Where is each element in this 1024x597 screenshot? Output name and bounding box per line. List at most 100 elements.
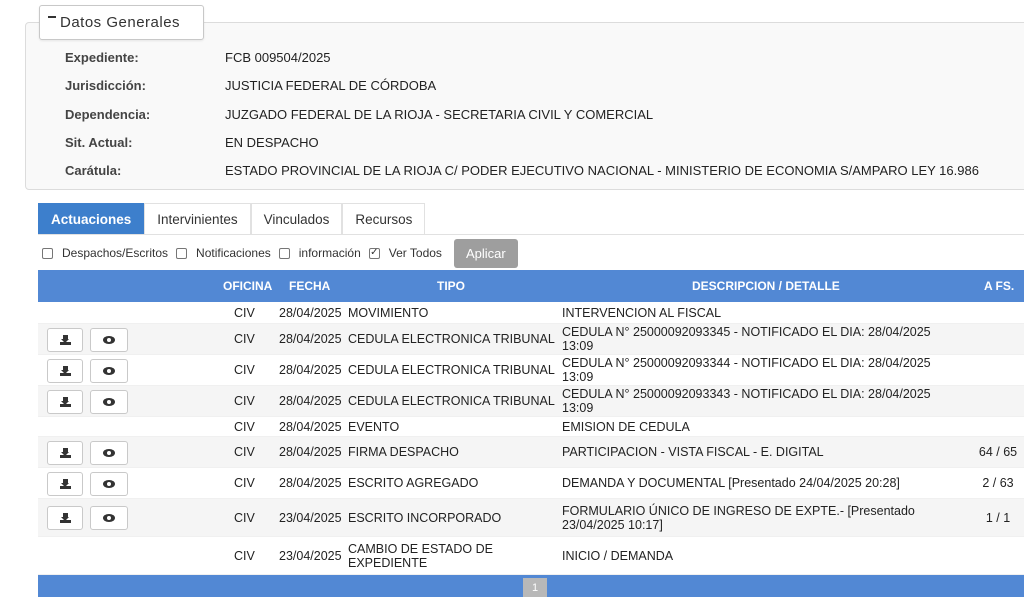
- datos-field-value: EN DESPACHO: [225, 134, 319, 150]
- download-button[interactable]: [47, 440, 83, 465]
- download-button[interactable]: [47, 389, 83, 414]
- cell-fecha: 28/04/2025: [279, 305, 342, 320]
- datos-generales-toggle[interactable]: Datos Generales: [39, 5, 204, 40]
- checkbox-notificaciones[interactable]: [176, 247, 188, 259]
- cell-afs: [972, 417, 1024, 436]
- cell-afs: 2 / 63: [982, 476, 1014, 490]
- filter-ver-todos[interactable]: ✓ Ver Todos: [368, 246, 442, 260]
- download-icon: [59, 334, 71, 345]
- download-icon: [59, 478, 71, 489]
- table-row: CIV 28/04/2025 ESCRITO AGREGADO DEMANDA Y D…: [38, 468, 1024, 499]
- cell-fecha: 23/04/2025: [279, 548, 342, 563]
- cell-oficina: CIV: [234, 363, 255, 377]
- table-row: CIV 28/04/2025 EVENTO EMISION DE CEDULA: [38, 417, 1024, 437]
- cell-afs: [972, 386, 1024, 416]
- page-1-button[interactable]: 1: [523, 578, 547, 597]
- tab-recursos[interactable]: Recursos: [342, 203, 426, 235]
- table-row: CIV 28/04/2025 CEDULA ELECTRONICA TRIBUNAL…: [38, 355, 1024, 386]
- cell-oficina: CIV: [234, 419, 255, 434]
- datos-field-row: Dependencia: JUZGADO FEDERAL DE LA RIOJA …: [65, 104, 653, 124]
- download-icon: [59, 447, 71, 458]
- datos-field-label: Sit. Actual:: [65, 134, 133, 150]
- view-button[interactable]: [90, 389, 128, 414]
- header-descripcion: DESCRIPCION / DETALLE: [692, 279, 840, 293]
- minus-icon: [48, 15, 56, 18]
- pagination-bar: 1: [38, 575, 1024, 597]
- cell-afs: [972, 302, 1024, 323]
- tabs-divider: [38, 234, 1024, 235]
- table-row: CIV 28/04/2025 MOVIMIENTO INTERVENCION AL F…: [38, 302, 1024, 324]
- eye-icon: [103, 335, 115, 344]
- datos-field-label: Jurisdicción:: [65, 77, 146, 93]
- cell-tipo: EVENTO: [348, 419, 400, 434]
- filter-label: Despachos/Escritos: [62, 246, 169, 260]
- table-row: CIV 28/04/2025 FIRMA DESPACHO PARTICIPACION…: [38, 437, 1024, 468]
- filter-label: información: [298, 246, 361, 260]
- eye-icon: [103, 514, 115, 522]
- checkbox-informacion[interactable]: [278, 247, 290, 259]
- cell-fecha: 23/04/2025: [279, 510, 342, 525]
- table-row: CIV 23/04/2025 ESCRITO INCORPORADO FORMULAR…: [38, 499, 1024, 537]
- cell-fecha: 28/04/2025: [279, 394, 342, 408]
- cell-oficina: CIV: [234, 548, 255, 563]
- filter-notificaciones[interactable]: Notificaciones: [176, 246, 271, 260]
- cell-descripcion: CEDULA N° 25000092093345 - NOTIFICADO EL…: [562, 325, 931, 353]
- datos-field-row: Sit. Actual: EN DESPACHO: [65, 132, 319, 152]
- cell-tipo: ESCRITO AGREGADO: [348, 476, 479, 490]
- cell-tipo: MOVIMIENTO: [348, 305, 429, 320]
- datos-field-value: FCB 009504/2025: [225, 49, 331, 65]
- cell-oficina: CIV: [234, 332, 255, 346]
- cell-descripcion: EMISION DE CEDULA: [562, 419, 690, 434]
- cell-afs: [972, 537, 1024, 574]
- tab-vinculados[interactable]: Vinculados: [250, 203, 343, 235]
- filter-bar: Despachos/Escritos Notificaciones inform…: [42, 238, 518, 268]
- view-button[interactable]: [90, 358, 128, 383]
- cell-fecha: 28/04/2025: [279, 445, 342, 459]
- cell-descripcion: INTERVENCION AL FISCAL: [562, 305, 722, 320]
- eye-icon: [103, 366, 115, 375]
- tab-intervinientes[interactable]: Intervinientes: [144, 203, 251, 235]
- view-button[interactable]: [90, 327, 128, 352]
- cell-afs: [972, 324, 1024, 354]
- cell-oficina: CIV: [234, 445, 255, 459]
- cell-afs: 64 / 65: [978, 445, 1018, 459]
- cell-tipo: CEDULA ELECTRONICA TRIBUNAL: [348, 363, 555, 377]
- tab-bar: Actuaciones Intervinientes Vinculados Re…: [38, 203, 426, 235]
- view-button[interactable]: [90, 506, 128, 530]
- download-button[interactable]: [47, 506, 83, 530]
- header-oficina: OFICINA: [223, 279, 273, 293]
- cell-oficina: CIV: [234, 476, 255, 490]
- table-header: OFICINA FECHA TIPO DESCRIPCION / DETALLE…: [38, 270, 1024, 302]
- view-button[interactable]: [90, 440, 128, 465]
- download-icon: [59, 365, 71, 376]
- download-button[interactable]: [47, 471, 83, 496]
- table-row: CIV 23/04/2025 CAMBIO DE ESTADO DE EXPEDIE…: [38, 537, 1024, 575]
- header-afs: A FS.: [984, 279, 1015, 293]
- eye-icon: [103, 479, 115, 488]
- download-button[interactable]: [47, 327, 83, 352]
- cell-oficina: CIV: [234, 510, 255, 525]
- checkbox-ver-todos[interactable]: ✓: [368, 247, 380, 259]
- download-button[interactable]: [47, 358, 83, 383]
- download-icon: [59, 513, 71, 523]
- filter-despachos[interactable]: Despachos/Escritos: [42, 246, 168, 260]
- cell-afs: 1 / 1: [985, 510, 1011, 525]
- cell-fecha: 28/04/2025: [279, 363, 342, 377]
- tab-actuaciones[interactable]: Actuaciones: [38, 203, 145, 235]
- cell-tipo: ESCRITO INCORPORADO: [348, 510, 502, 525]
- cell-tipo: CEDULA ELECTRONICA TRIBUNAL: [348, 332, 555, 346]
- cell-fecha: 28/04/2025: [279, 476, 342, 490]
- checkbox-despachos[interactable]: [42, 247, 53, 259]
- eye-icon: [103, 397, 115, 406]
- datos-field-value: JUSTICIA FEDERAL DE CÓRDOBA: [225, 77, 437, 93]
- filter-informacion[interactable]: información: [278, 246, 361, 260]
- datos-field-label: Carátula:: [65, 162, 122, 178]
- cell-afs: [972, 355, 1024, 385]
- cell-fecha: 28/04/2025: [279, 419, 342, 434]
- datos-field-value: JUZGADO FEDERAL DE LA RIOJA - SECRETARIA…: [225, 106, 654, 122]
- apply-button[interactable]: Aplicar: [453, 238, 518, 268]
- filter-label: Ver Todos: [388, 246, 442, 260]
- cell-oficina: CIV: [234, 305, 255, 320]
- datos-field-row: Carátula: ESTADO PROVINCIAL DE LA RIOJA C…: [65, 160, 979, 180]
- view-button[interactable]: [90, 471, 128, 496]
